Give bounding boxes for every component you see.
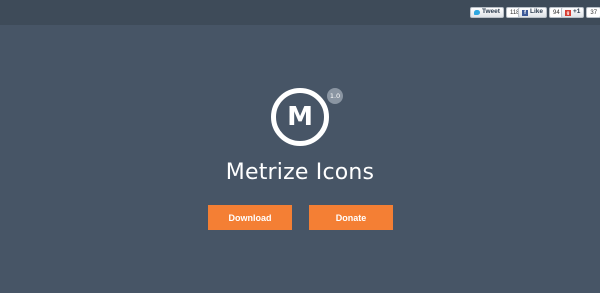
like-button[interactable]: f Like [518, 7, 548, 18]
version-badge: 1.0 [327, 88, 343, 104]
google-plus-icon: g [565, 9, 571, 16]
gplus-button[interactable]: g +1 [561, 7, 585, 18]
logo: M [271, 88, 329, 146]
tweet-button[interactable]: Tweet [470, 7, 504, 18]
donate-button[interactable]: Donate [309, 205, 393, 230]
download-button[interactable]: Download [208, 205, 292, 230]
logo-letter: M [287, 102, 313, 132]
gplus-label: +1 [573, 8, 581, 16]
gplus-widget[interactable]: g +1 37 [561, 7, 600, 18]
tweet-label: Tweet [482, 8, 500, 16]
page-title: Metrize Icons [225, 160, 375, 185]
gplus-count: 37 [586, 7, 600, 18]
like-label: Like [530, 8, 544, 16]
like-widget[interactable]: f Like 94 [518, 7, 564, 18]
twitter-bird-icon [474, 10, 480, 15]
facebook-icon: f [522, 9, 528, 16]
tweet-widget[interactable]: Tweet 118 [470, 7, 524, 18]
logo-ring-icon: M [271, 88, 329, 146]
